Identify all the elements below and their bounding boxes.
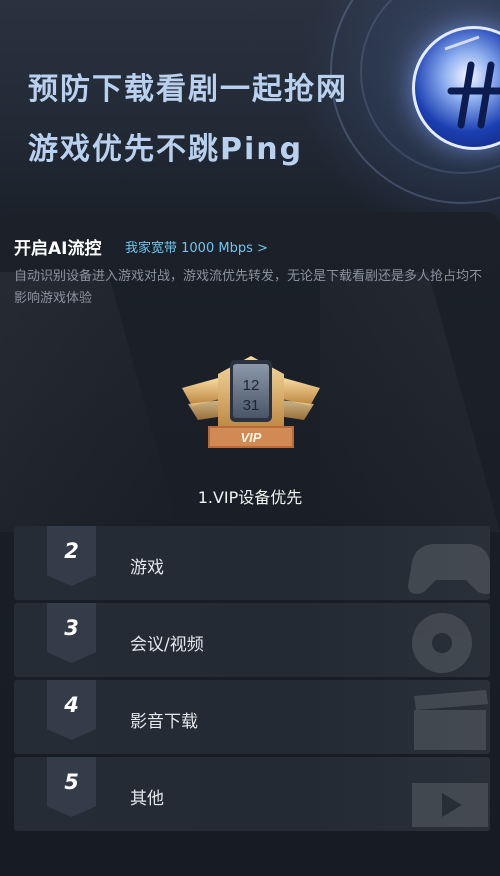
rank-badge: 3 bbox=[47, 603, 96, 663]
speed-orb-icon bbox=[412, 26, 500, 150]
badge-date-line2: 31 bbox=[243, 397, 260, 414]
priority-row-game: 2 游戏 bbox=[14, 526, 490, 600]
priority-row-meeting: 3 会议/视频 bbox=[14, 603, 490, 677]
rank-number: 2 bbox=[64, 539, 79, 563]
badge-date-line1: 12 bbox=[243, 377, 260, 394]
hero-title-line1: 预防下载看剧一起抢网 bbox=[28, 72, 348, 107]
priority-row-other: 5 其他 bbox=[14, 757, 490, 831]
ai-control-title: 开启AI流控 bbox=[14, 239, 102, 259]
vip-priority-label: 1.VIP设备优先 bbox=[197, 488, 303, 507]
rank-number: 3 bbox=[64, 616, 79, 640]
clapperboard-icon bbox=[414, 690, 488, 750]
priority-label: 会议/视频 bbox=[130, 635, 204, 655]
rank-badge: 4 bbox=[47, 680, 96, 740]
ai-control-description: 自动识别设备进入游戏对战，游戏流优先转发，无论是下载看剧还是多人抢占均不影响游戏… bbox=[14, 269, 483, 306]
gamepad-icon bbox=[408, 543, 490, 594]
film-icon bbox=[412, 783, 488, 827]
hero-title-line2: 游戏优先不跳Ping bbox=[28, 132, 304, 167]
badge-vip-tag: VIP bbox=[241, 430, 262, 445]
video-camera-icon bbox=[412, 613, 472, 673]
priority-label: 其他 bbox=[130, 789, 164, 809]
priority-row-download: 4 影音下载 bbox=[14, 680, 490, 754]
rank-number: 5 bbox=[64, 770, 79, 794]
bandwidth-link[interactable]: 我家宽带 1000 Mbps > bbox=[125, 237, 268, 256]
vip-badge-icon: 12 31 VIP bbox=[178, 348, 324, 458]
hero-banner: 预防下载看剧一起抢网 游戏优先不跳Ping bbox=[0, 0, 500, 230]
priority-label: 游戏 bbox=[130, 558, 164, 578]
rank-badge: 2 bbox=[47, 526, 96, 586]
ai-flow-control-card: 开启AI流控 我家宽带 1000 Mbps > 自动识别设备进入游戏对战，游戏流… bbox=[0, 212, 500, 876]
rank-number: 4 bbox=[64, 693, 79, 717]
rank-badge: 5 bbox=[47, 757, 96, 817]
priority-label: 影音下载 bbox=[130, 712, 198, 732]
